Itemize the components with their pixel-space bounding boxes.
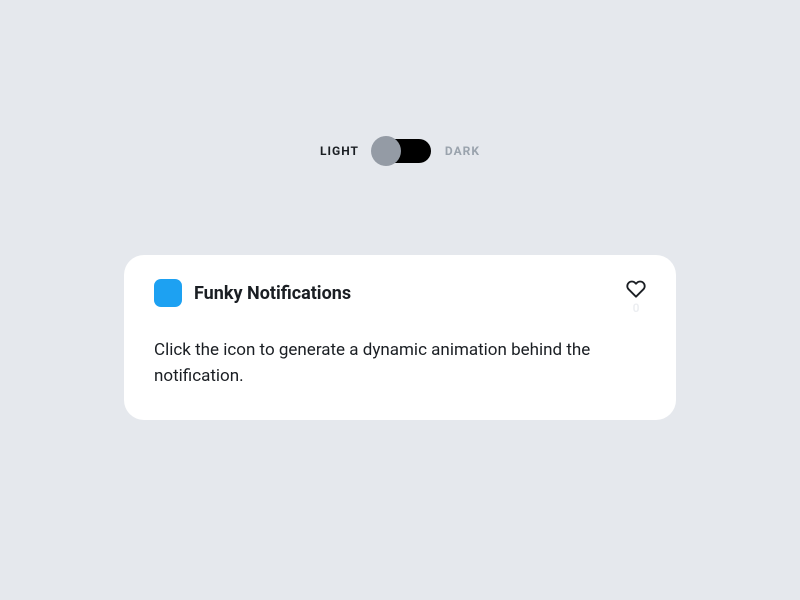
like-button[interactable]: 0 — [626, 279, 646, 315]
theme-toggle-switch[interactable] — [373, 139, 431, 163]
theme-toggle: LIGHT DARK — [320, 139, 480, 163]
notification-title: Funky Notifications — [194, 283, 351, 304]
notification-app-icon[interactable] — [154, 279, 182, 307]
toggle-knob — [371, 136, 401, 166]
notification-body: Click the icon to generate a dynamic ani… — [154, 337, 614, 390]
notification-card: Funky Notifications 0 Click the icon to … — [124, 255, 676, 420]
notification-title-group: Funky Notifications — [154, 279, 351, 307]
theme-label-light: LIGHT — [320, 144, 359, 158]
theme-label-dark: DARK — [445, 144, 480, 158]
heart-icon — [626, 279, 646, 299]
notification-header: Funky Notifications 0 — [154, 279, 646, 315]
like-count: 0 — [633, 301, 640, 315]
